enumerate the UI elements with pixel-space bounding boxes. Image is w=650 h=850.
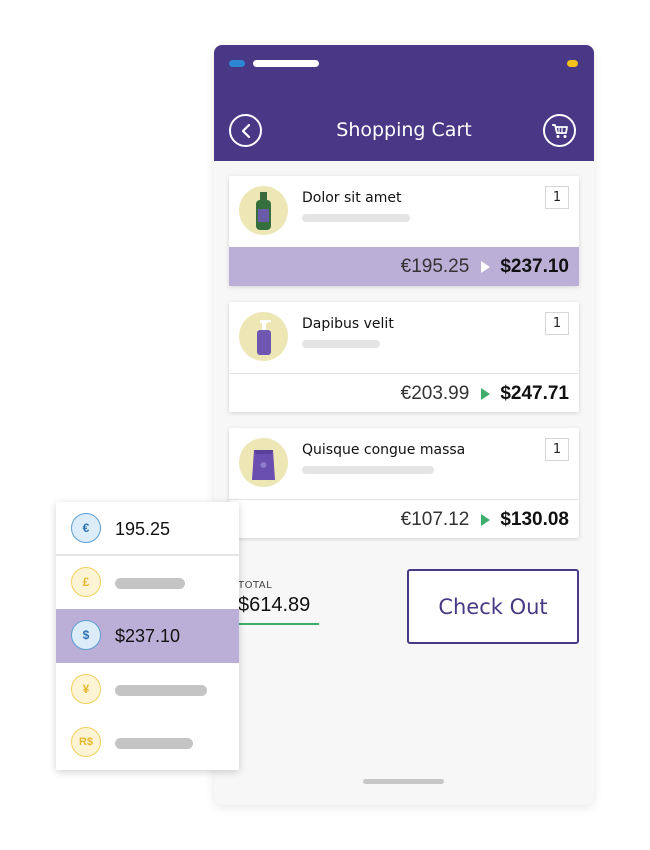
cart-button[interactable]: [543, 114, 576, 147]
arrow-right-icon: [481, 387, 491, 400]
status-indicator-blue: [229, 60, 245, 67]
currency-option-brl[interactable]: R$: [56, 716, 239, 770]
quantity-box[interactable]: 1: [545, 438, 569, 461]
total-value: $614.89: [238, 594, 311, 616]
quantity-box[interactable]: 1: [545, 186, 569, 209]
item-name: Dolor sit amet: [302, 190, 402, 206]
price-eur: €195.25: [400, 255, 470, 277]
total-underline: [238, 623, 319, 625]
price-usd: $237.10: [500, 255, 569, 277]
pound-icon: £: [71, 567, 101, 597]
app-header: Shopping Cart: [214, 45, 594, 161]
item-name: Dapibus velit: [302, 316, 394, 332]
total-label: TOTAL: [238, 580, 273, 591]
price-eur: €203.99: [400, 382, 470, 404]
pump-bottle-icon: [239, 312, 288, 361]
currency-value-placeholder: [115, 685, 207, 696]
cart-item[interactable]: Dolor sit amet 1 €195.25 $237.10: [229, 176, 579, 286]
coffee-bag-icon: [239, 438, 288, 487]
price-row: €203.99 $247.71: [229, 373, 579, 412]
currency-option-gbp[interactable]: £: [56, 556, 239, 610]
cart-item[interactable]: Dapibus velit 1 €203.99 $247.71: [229, 302, 579, 412]
price-row: €195.25 $237.10: [229, 247, 579, 286]
home-indicator: [363, 779, 444, 784]
cart-icon: [551, 123, 568, 138]
item-description-placeholder: [302, 340, 380, 348]
currency-value-placeholder: [115, 738, 193, 749]
green-bottle-icon: [239, 186, 288, 235]
price-row: €107.12 $130.08: [229, 499, 579, 538]
currency-option-jpy[interactable]: ¥: [56, 663, 239, 717]
currency-value: 195.25: [115, 518, 171, 539]
item-description-placeholder: [302, 214, 410, 222]
quantity-box[interactable]: 1: [545, 312, 569, 335]
arrow-right-icon: [481, 513, 491, 526]
arrow-right-icon: [481, 260, 491, 273]
phone-screen: Shopping Cart Dolor sit amet 1 €195.25 $…: [214, 45, 594, 805]
checkout-button[interactable]: Check Out: [407, 569, 579, 644]
currency-option-usd[interactable]: $ $237.10: [56, 609, 239, 663]
item-description-placeholder: [302, 466, 434, 474]
price-usd: $130.08: [500, 508, 569, 530]
currency-value: $237.10: [115, 625, 181, 646]
yen-icon: ¥: [71, 674, 101, 704]
price-usd: $247.71: [500, 382, 569, 404]
status-indicator-bar: [253, 60, 319, 67]
currency-option-eur[interactable]: € 195.25: [56, 502, 239, 556]
currency-value-placeholder: [115, 578, 185, 589]
page-title: Shopping Cart: [336, 119, 472, 141]
item-name: Quisque congue massa: [302, 442, 466, 458]
status-indicator-yellow: [567, 60, 578, 67]
price-eur: €107.12: [400, 508, 470, 530]
currency-selector: € 195.25 £ $ $237.10 ¥ R$: [56, 502, 239, 770]
cart-item[interactable]: Quisque congue massa 1 €107.12 $130.08: [229, 428, 579, 538]
real-icon: R$: [71, 727, 101, 757]
euro-icon: €: [71, 513, 101, 543]
dollar-icon: $: [71, 620, 101, 650]
